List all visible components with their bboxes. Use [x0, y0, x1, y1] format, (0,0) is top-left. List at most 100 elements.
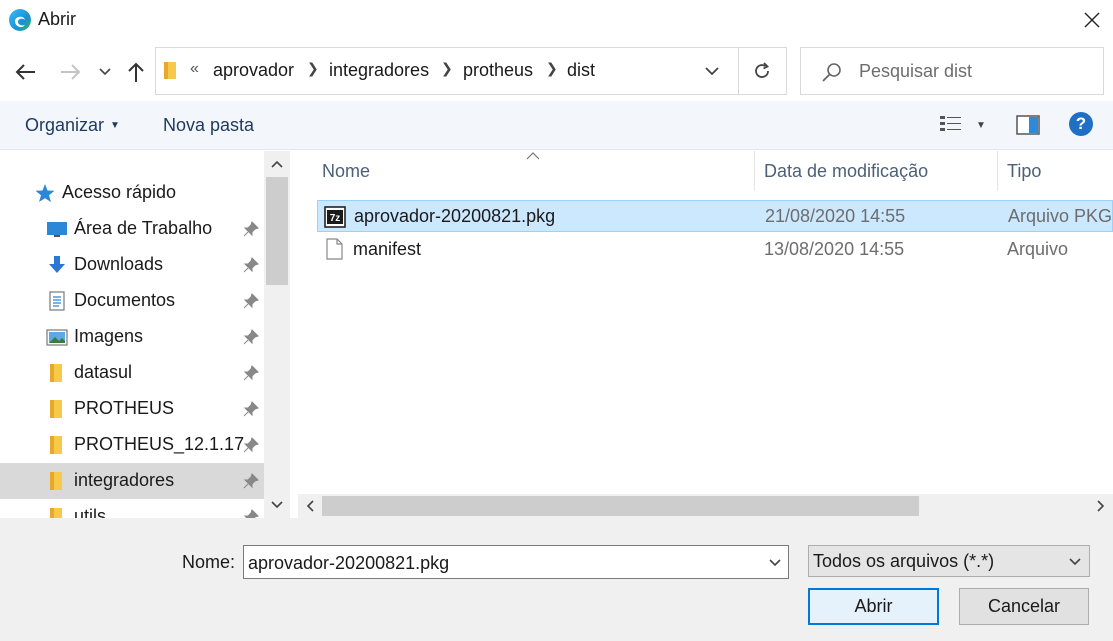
file-name-dropdown-button[interactable]	[764, 550, 786, 576]
sidebar-item-protheus[interactable]: PROTHEUS	[0, 391, 264, 427]
blank-file-icon	[326, 238, 343, 260]
column-divider[interactable]	[997, 151, 998, 191]
breadcrumb-item[interactable]: aprovador	[213, 60, 294, 81]
sidebar-item-quick-access[interactable]: Acesso rápido	[0, 175, 264, 211]
sidebar-item-label: Imagens	[74, 326, 144, 346]
file-row[interactable]: manifest 13/08/2020 14:55 Arquivo	[317, 233, 1113, 265]
chevron-down-icon	[769, 559, 781, 567]
sidebar-item-label: PROTHEUS_12.1.17	[74, 434, 245, 454]
file-name: manifest	[353, 239, 422, 259]
cancel-button[interactable]: Cancelar	[959, 588, 1089, 625]
breadcrumb-item[interactable]: protheus	[463, 60, 533, 81]
file-row[interactable]: 7z aprovador-20200821.pkg 21/08/2020 14:…	[317, 200, 1113, 232]
file-type: Arquivo	[1007, 239, 1069, 259]
breadcrumb-item[interactable]: integradores	[329, 60, 429, 81]
chevron-left-icon	[306, 500, 314, 512]
view-options-dropdown[interactable]: ▼	[974, 113, 988, 137]
column-header-type[interactable]: Tipo	[1007, 161, 1041, 182]
details-view-icon[interactable]	[938, 113, 964, 137]
folder-icon	[50, 472, 62, 490]
sidebar-item-protheus-12-1-17[interactable]: PROTHEUS_12.1.17	[0, 427, 264, 463]
sidebar-item-label: Downloads	[74, 254, 164, 274]
sidebar-item-label: PROTHEUS	[74, 398, 175, 418]
chevron-right-icon[interactable]: ❯	[546, 60, 558, 77]
up-button[interactable]	[121, 57, 151, 87]
back-button[interactable]	[10, 57, 40, 87]
pin-icon[interactable]	[243, 257, 259, 273]
sidebar-item-desktop[interactable]: Área de Trabalho	[0, 211, 264, 247]
folder-icon	[164, 62, 176, 79]
chevron-right-icon[interactable]: ❯	[307, 60, 319, 77]
chevron-right-icon[interactable]: ❯	[441, 60, 453, 77]
preview-pane-icon[interactable]	[1015, 113, 1041, 137]
document-icon	[49, 291, 65, 311]
refresh-icon	[755, 62, 770, 78]
file-type: Arquivo PKG	[1008, 206, 1113, 226]
divider	[738, 48, 739, 94]
address-bar[interactable]: « aprovador ❯ integradores ❯ protheus ❯ …	[155, 47, 787, 95]
title-bar: Abrir	[0, 0, 1113, 40]
chevron-down-icon	[1065, 550, 1085, 574]
search-box[interactable]	[800, 47, 1104, 95]
refresh-button[interactable]	[744, 54, 780, 88]
scroll-thumb[interactable]	[322, 496, 919, 516]
pin-icon[interactable]	[243, 293, 259, 309]
pin-icon[interactable]	[243, 437, 259, 453]
scroll-left-button[interactable]	[298, 494, 322, 518]
pin-icon[interactable]	[243, 329, 259, 345]
pin-icon[interactable]	[243, 401, 259, 417]
new-folder-button[interactable]: Nova pasta	[163, 115, 254, 136]
chevron-up-icon	[271, 160, 283, 168]
file-type-value: Todos os arquivos (*.*)	[813, 551, 995, 571]
window-title: Abrir	[38, 9, 77, 29]
column-divider[interactable]	[754, 151, 755, 191]
pin-icon[interactable]	[243, 473, 259, 489]
search-icon	[822, 63, 841, 82]
horizontal-scrollbar[interactable]	[298, 494, 1113, 518]
breadcrumb-overflow[interactable]: «	[190, 60, 199, 78]
arrow-right-icon	[61, 64, 81, 80]
forward-button[interactable]	[56, 57, 86, 87]
scroll-thumb[interactable]	[266, 177, 288, 285]
command-bar: Organizar ▼ Nova pasta ▼ ?	[0, 101, 1113, 150]
pin-icon[interactable]	[243, 509, 259, 518]
svg-text:7z: 7z	[330, 213, 341, 224]
folder-icon	[50, 364, 62, 382]
sidebar-item-pictures[interactable]: Imagens	[0, 319, 264, 355]
sidebar-item-utils[interactable]: utils	[0, 499, 264, 518]
help-button[interactable]: ?	[1069, 112, 1093, 136]
file-date: 21/08/2020 14:55	[765, 206, 906, 226]
open-button[interactable]: Abrir	[808, 588, 939, 625]
sidebar-item-documents[interactable]: Documentos	[0, 283, 264, 319]
7z-archive-icon: 7z	[324, 206, 346, 228]
sidebar-item-integradores[interactable]: integradores	[0, 463, 264, 499]
file-name-combobox[interactable]	[243, 545, 789, 579]
folder-icon	[50, 436, 62, 454]
sidebar-item-downloads[interactable]: Downloads	[0, 247, 264, 283]
column-header-date[interactable]: Data de modificação	[764, 161, 928, 182]
folder-icon	[50, 400, 62, 418]
image-icon	[46, 329, 68, 346]
pin-icon[interactable]	[243, 221, 259, 237]
column-header-name[interactable]: Nome	[322, 161, 370, 182]
scroll-right-button[interactable]	[1089, 494, 1113, 518]
recent-locations-button[interactable]	[94, 57, 116, 87]
organize-button[interactable]: Organizar ▼	[25, 115, 120, 136]
scroll-down-button[interactable]	[264, 492, 290, 518]
dialog-footer: Nome: Todos os arquivos (*.*) Abrir Canc…	[0, 518, 1113, 641]
sidebar-item-datasul[interactable]: datasul	[0, 355, 264, 391]
file-name-input[interactable]	[248, 550, 758, 576]
search-input[interactable]	[859, 58, 1095, 84]
sidebar-item-label: datasul	[74, 362, 133, 382]
scroll-up-button[interactable]	[264, 151, 290, 177]
file-date: 13/08/2020 14:55	[764, 239, 905, 259]
folder-icon	[50, 508, 62, 518]
caret-down-icon: ▼	[110, 120, 120, 131]
sidebar-scrollbar[interactable]	[264, 151, 290, 518]
star-icon	[35, 184, 55, 202]
pin-icon[interactable]	[243, 365, 259, 381]
close-button[interactable]	[1072, 0, 1112, 40]
breadcrumb-item[interactable]: dist	[567, 60, 595, 81]
file-type-select[interactable]: Todos os arquivos (*.*)	[808, 545, 1090, 577]
address-history-button[interactable]	[700, 58, 724, 84]
